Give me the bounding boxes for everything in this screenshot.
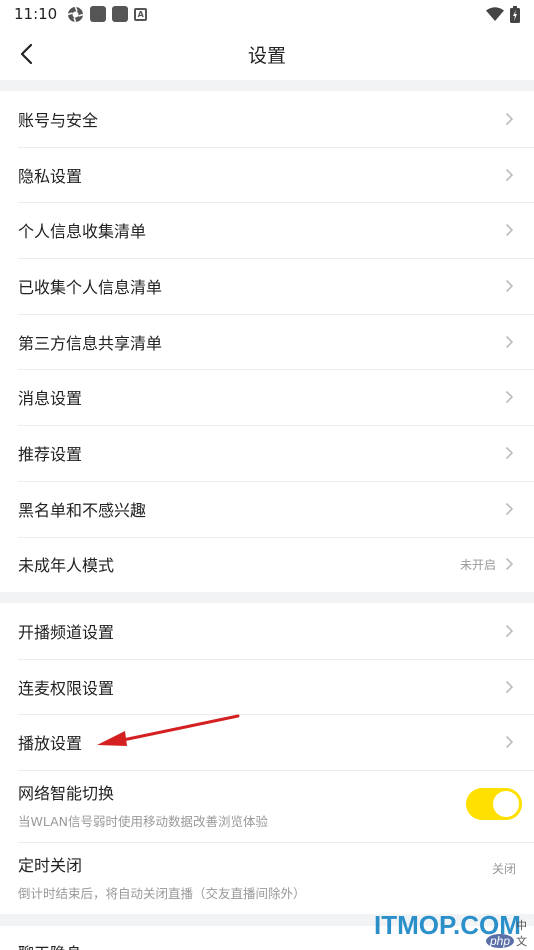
chevron-right-icon [502,557,516,571]
settings-item-minor-mode[interactable]: 未成年人模式 未开启 [0,536,534,593]
chevron-right-icon [502,390,516,404]
settings-item-label: 个人信息收集清单 [18,222,147,242]
nav-bar: 设置 [0,28,534,80]
settings-item-network-switch: 网络智能切换 当WLAN信号弱时使用移动数据改善浏览体验 [0,770,534,842]
settings-item-blacklist[interactable]: 黑名单和不感兴趣 [0,480,534,537]
annotation-arrow-icon [97,714,240,746]
chevron-right-icon [502,624,516,638]
back-button[interactable] [12,40,40,68]
settings-item-account-security[interactable]: 账号与安全 [0,91,534,147]
settings-item-label: 账号与安全 [18,110,99,130]
settings-section-account: 账号与安全 隐私设置 个人信息收集清单 已收集个人信息清单 第三方信息共享清单 … [0,91,534,593]
status-right-icons [486,5,520,23]
php-watermark: php 中文网 [486,919,534,950]
chevron-right-icon [502,680,516,694]
chevron-left-icon [20,43,33,65]
settings-item-notifications[interactable]: 消息设置 [0,369,534,425]
settings-item-label: 黑名单和不感兴趣 [18,500,147,520]
php-cn-text: 中文网 [516,919,528,948]
chevron-right-icon [502,168,516,182]
app-square-icon [112,6,129,22]
settings-item-playback[interactable]: 播放设置 [0,714,534,770]
settings-item-third-party-sharing[interactable]: 第三方信息共享清单 [0,313,534,370]
settings-item-timer-off[interactable]: 定时关闭 关闭 倒计时结束后，将自动关闭直播（交友直播间除外） [0,842,534,914]
chevron-right-icon [502,446,516,460]
timer-off-value: 关闭 [491,862,516,877]
chevron-right-icon [502,112,516,126]
php-logo: php [486,934,515,948]
settings-item-label: 播放设置 [18,734,83,754]
settings-item-label: 推荐设置 [18,444,83,464]
settings-section-live: 开播频道设置 连麦权限设置 播放设置 网络智能切换 当WLAN信号弱时使用移动数… [0,603,534,915]
settings-item-mic-permission[interactable]: 连麦权限设置 [0,658,534,715]
timer-off-label: 定时关闭 [18,856,83,876]
settings-item-label: 连麦权限设置 [18,678,115,698]
toggle-knob [493,791,519,818]
settings-item-label: 隐私设置 [18,166,83,186]
settings-item-collected-info[interactable]: 已收集个人信息清单 [0,258,534,314]
settings-item-label: 已收集个人信息清单 [18,277,163,297]
watermark: ITMOP.COM php 中文网 [374,910,534,950]
settings-item-privacy[interactable]: 隐私设置 [0,146,534,203]
network-switch-label: 网络智能切换 [18,784,115,804]
network-switch-subtitle: 当WLAN信号弱时使用移动数据改善浏览体验 [18,814,269,830]
settings-item-label: 未成年人模式 [18,556,115,576]
wifi-icon [486,7,504,21]
chevron-right-icon [502,279,516,293]
page-title: 设置 [247,44,286,67]
settings-item-personal-info-collection[interactable]: 个人信息收集清单 [0,202,534,258]
a-icon: A [134,7,148,21]
network-switch-toggle[interactable] [466,788,522,821]
timer-off-subtitle: 倒计时结束后，将自动关闭直播（交友直播间除外） [18,886,306,902]
aperture-icon [67,6,84,22]
settings-item-live-channel[interactable]: 开播频道设置 [0,603,534,659]
settings-item-recommendations[interactable]: 推荐设置 [0,425,534,481]
chevron-right-icon [502,223,516,237]
settings-item-label: 开播频道设置 [18,622,115,642]
chevron-right-icon [502,735,516,749]
settings-item-label: 消息设置 [18,389,83,409]
status-left-icons: A [67,6,148,23]
status-bar: 11:10 A [0,0,534,28]
chevron-right-icon [502,502,516,516]
app-square-icon [90,6,107,22]
minor-mode-status: 未开启 [459,557,496,572]
settings-item-label: 第三方信息共享清单 [18,333,163,353]
status-time: 11:10 [14,5,58,23]
settings-item-label: 聊天隐身 [18,940,82,950]
chevron-right-icon [502,335,516,349]
battery-charging-icon [510,5,520,23]
